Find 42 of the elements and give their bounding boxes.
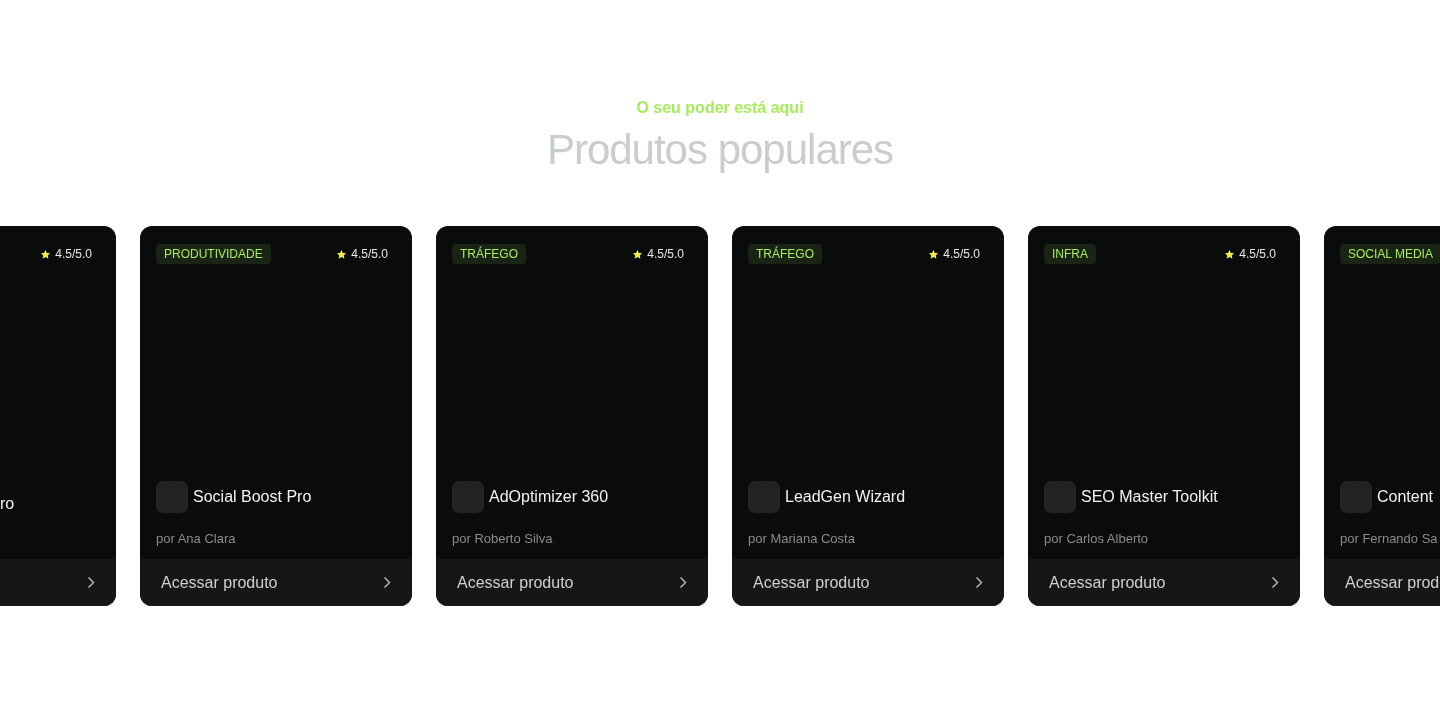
category-tag: TRÁFEGO	[452, 244, 526, 264]
author-text: por Carlos Alberto	[1043, 531, 1150, 547]
access-product-link[interactable]: Acessar produto	[1049, 573, 1166, 592]
product-logo	[1340, 481, 1372, 513]
chevron-right-icon	[1271, 576, 1279, 589]
product-logo	[156, 481, 188, 513]
star-icon	[632, 248, 644, 260]
category-tag: TRÁFEGO	[748, 244, 822, 264]
product-logo	[452, 481, 484, 513]
access-product-link[interactable]: Acessar produto	[457, 573, 574, 592]
chevron-right-icon	[679, 576, 687, 589]
category-tag: PRODUTIVIDADE	[156, 244, 271, 264]
product-logo	[1044, 481, 1076, 513]
author-text: por Fernando Sa	[1339, 531, 1439, 547]
section-eyebrow: O seu poder está aqui	[636, 98, 804, 118]
chevron-right-icon	[87, 576, 95, 589]
author-text: por Roberto Silva	[451, 531, 554, 547]
access-product-link[interactable]: Acessar prod	[1345, 573, 1440, 592]
category-tag: INFRA	[1044, 244, 1096, 264]
product-name: LeadGen Wizard	[785, 488, 906, 506]
star-icon	[40, 248, 52, 260]
product-name: SEO Master Toolkit	[1081, 488, 1218, 506]
rating-text: 4.5/5.0	[647, 247, 684, 261]
access-product-link[interactable]: Acessar produto	[753, 573, 870, 592]
rating-text: 4.5/5.0	[55, 247, 92, 261]
chevron-right-icon	[975, 576, 983, 589]
rating-text: 4.5/5.0	[1239, 247, 1276, 261]
access-product-link[interactable]: Acessar produto	[161, 573, 278, 592]
product-name: ro	[0, 495, 15, 513]
author-text: por Mariana Costa	[747, 531, 856, 547]
product-name: Social Boost Pro	[193, 488, 312, 506]
product-name: AdOptimizer 360	[489, 488, 609, 506]
category-tag: SOCIAL MEDIA	[1340, 244, 1440, 264]
product-logo	[748, 481, 780, 513]
rating-text: 4.5/5.0	[351, 247, 388, 261]
product-name: Content	[1377, 488, 1434, 506]
star-icon	[1224, 248, 1236, 260]
rating-text: 4.5/5.0	[943, 247, 980, 261]
author-text: por Ana Clara	[155, 531, 237, 547]
star-icon	[928, 248, 940, 260]
star-icon	[336, 248, 348, 260]
chevron-right-icon	[383, 576, 391, 589]
